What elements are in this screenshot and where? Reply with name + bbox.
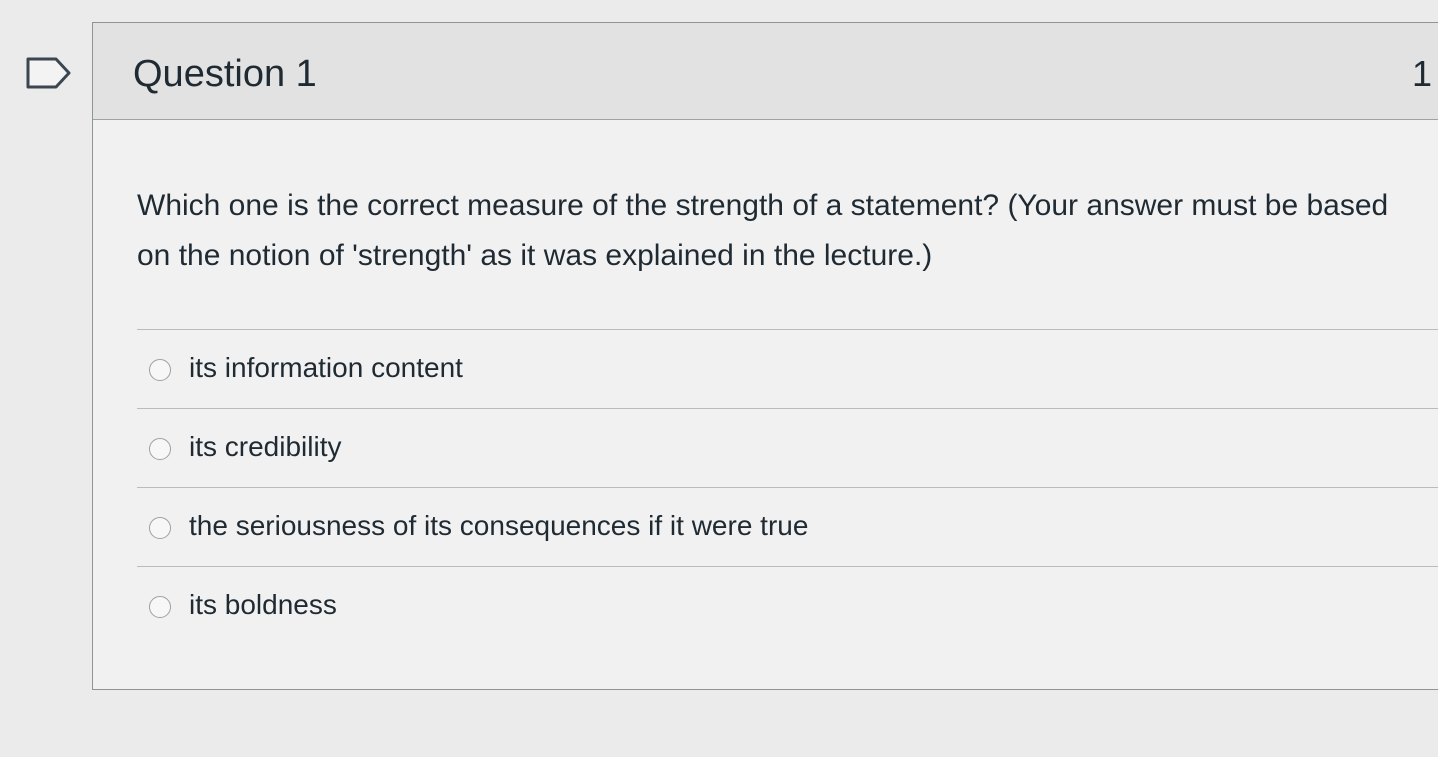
flag-question-icon[interactable] bbox=[24, 56, 72, 90]
radio-button[interactable] bbox=[149, 359, 171, 381]
answer-label[interactable]: its credibility bbox=[189, 431, 341, 463]
radio-button[interactable] bbox=[149, 596, 171, 618]
answer-label[interactable]: its information content bbox=[189, 352, 463, 384]
answer-list: its information content its credibility … bbox=[137, 329, 1438, 645]
answer-option[interactable]: its credibility bbox=[137, 408, 1438, 487]
answer-option[interactable]: its boldness bbox=[137, 566, 1438, 645]
radio-button[interactable] bbox=[149, 517, 171, 539]
answer-label[interactable]: its boldness bbox=[189, 589, 337, 621]
answer-label[interactable]: the seriousness of its consequences if i… bbox=[189, 510, 808, 542]
answer-option[interactable]: the seriousness of its consequences if i… bbox=[137, 487, 1438, 566]
question-title: Question 1 bbox=[133, 53, 317, 95]
question-points: 1 bbox=[1411, 53, 1432, 94]
question-card: Question 1 1 Which one is the correct me… bbox=[92, 22, 1438, 690]
radio-button[interactable] bbox=[149, 438, 171, 460]
question-body: Which one is the correct measure of the … bbox=[137, 181, 1427, 281]
question-text: Which one is the correct measure of the … bbox=[137, 189, 1389, 272]
answer-option[interactable]: its information content bbox=[137, 329, 1438, 408]
question-header: Question 1 1 bbox=[93, 23, 1438, 120]
